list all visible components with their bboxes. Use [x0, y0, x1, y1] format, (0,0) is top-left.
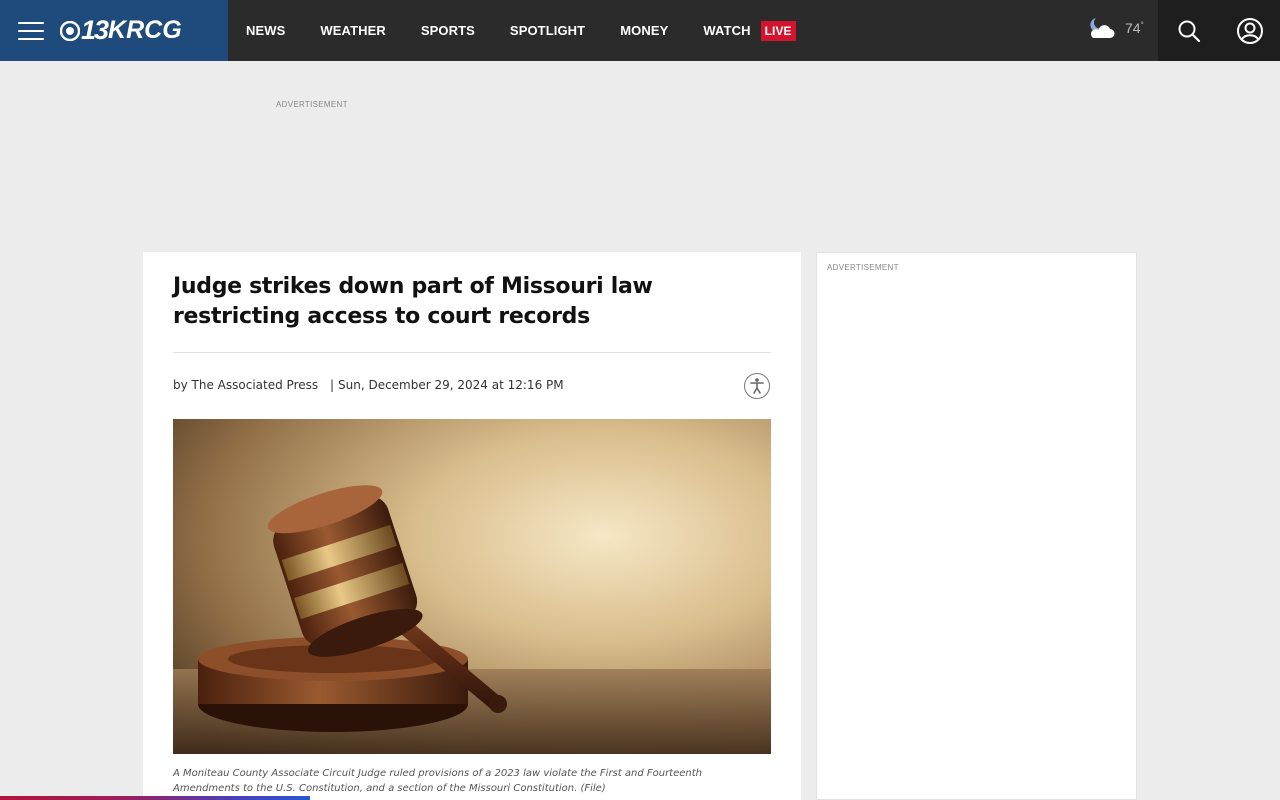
- nav-watch-label: WATCH: [703, 23, 751, 38]
- top-ad-label: ADVERTISEMENT: [276, 100, 348, 109]
- article-headline: Judge strikes down part of Missouri law …: [173, 274, 653, 329]
- nav-watch[interactable]: WATCH LIVE: [703, 20, 796, 41]
- logo-callsign: KRCG: [108, 16, 182, 44]
- byline-prefix: by: [173, 378, 188, 392]
- site-header: 13 KRCG NEWS WEATHER SPORTS SPOTLIGHT MO…: [0, 0, 1280, 61]
- station-logo[interactable]: 13 KRCG: [60, 15, 182, 46]
- weather-widget[interactable]: 74°: [1086, 14, 1144, 42]
- gavel-photo: [173, 419, 771, 754]
- menu-icon[interactable]: [18, 21, 44, 40]
- nav-money[interactable]: MONEY: [620, 23, 668, 38]
- accessibility-button[interactable]: [744, 373, 770, 399]
- user-account-icon: [1236, 17, 1263, 44]
- byline: by The Associated Press | Sun, December 2…: [173, 378, 564, 392]
- nav-weather[interactable]: WEATHER: [320, 23, 385, 38]
- weather-temperature: 74°: [1125, 20, 1144, 36]
- main-nav: NEWS WEATHER SPORTS SPOTLIGHT MONEY WATC…: [246, 0, 831, 61]
- accessibility-icon: [750, 378, 764, 394]
- search-icon: [1178, 20, 1200, 42]
- sidebar-ad: ADVERTISEMENT: [816, 252, 1137, 800]
- logo-number: 13: [81, 15, 109, 45]
- reading-progress-bar: [0, 796, 310, 800]
- brand-area: 13 KRCG: [0, 0, 228, 61]
- article-card: Judge strikes down part of Missouri law …: [143, 252, 801, 800]
- author-name[interactable]: The Associated Press: [192, 378, 319, 392]
- sidebar-ad-label: ADVERTISEMENT: [827, 263, 899, 272]
- live-badge: LIVE: [760, 20, 796, 41]
- headline-divider: [173, 352, 771, 353]
- nav-news[interactable]: NEWS: [246, 23, 285, 38]
- nav-sports[interactable]: SPORTS: [421, 23, 475, 38]
- nav-spotlight[interactable]: SPOTLIGHT: [510, 23, 585, 38]
- account-button[interactable]: [1219, 0, 1280, 61]
- byline-separator: |: [329, 378, 334, 392]
- search-button[interactable]: [1158, 0, 1219, 61]
- cbs-eye-icon: [60, 20, 80, 41]
- image-caption: A Moniteau County Associate Circuit Judg…: [173, 768, 703, 794]
- article-hero-image[interactable]: [173, 419, 771, 754]
- publish-date: Sun, December 29, 2024 at 12:16 PM: [338, 378, 564, 392]
- partly-cloudy-night-icon: [1090, 18, 1115, 38]
